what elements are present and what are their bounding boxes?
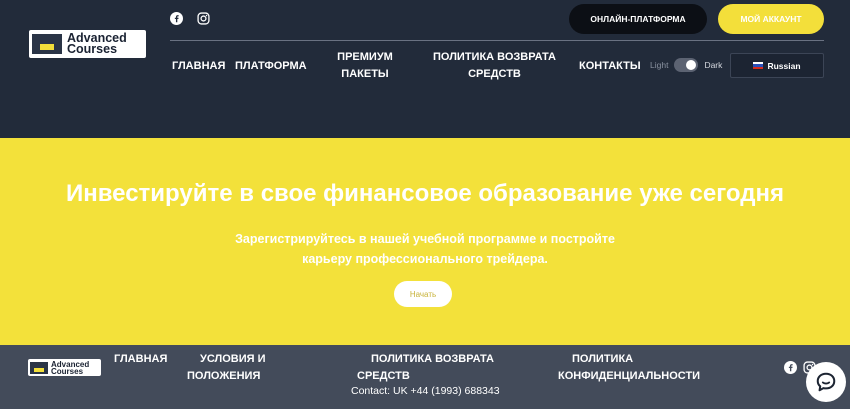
hero-subtitle-line-2: карьеру профессионального трейдера. xyxy=(302,252,548,266)
theme-toggle[interactable] xyxy=(674,58,699,72)
russian-flag-icon xyxy=(753,62,764,69)
footer-logo-line-2: Courses xyxy=(51,366,84,376)
theme-switcher: Light Dark xyxy=(650,58,722,72)
nav-refund-line-1: ПОЛИТИКА ВОЗВРАТА xyxy=(433,51,556,63)
nav-refund-line-2: СРЕДСТВ xyxy=(468,68,521,80)
hero-title: Инвестируйте в свое финансовое образован… xyxy=(65,180,785,207)
hero-subtitle: Зарегистрируйтесь в нашей учебной програ… xyxy=(210,229,640,269)
footer-terms-line-2: ПОЛОЖЕНИЯ xyxy=(187,370,261,382)
facebook-icon[interactable] xyxy=(784,361,797,374)
nav-platform[interactable]: ПЛАТФОРМА xyxy=(235,58,307,75)
hero-section: Инвестируйте в свое финансовое образован… xyxy=(0,138,850,345)
theme-dark-label: Dark xyxy=(704,60,723,70)
theme-light-label: Light xyxy=(650,60,669,70)
footer-nav-privacy[interactable]: ПОЛИТИКА КОНФИДЕНЦИАЛЬНОСТИ xyxy=(558,351,700,385)
header-divider xyxy=(170,40,824,41)
footer-refund-line-2: СРЕДСТВ xyxy=(357,370,410,382)
facebook-icon[interactable] xyxy=(170,12,183,25)
nav-home[interactable]: ГЛАВНАЯ xyxy=(172,58,225,75)
nav-premium-line-1: ПРЕМИУМ xyxy=(337,51,393,63)
site-logo[interactable]: Advanced Courses xyxy=(29,30,146,58)
header-social-links xyxy=(170,12,210,25)
language-label: Russian xyxy=(767,60,801,71)
site-footer: Advanced Courses ГЛАВНАЯ УСЛОВИЯ И ПОЛОЖ… xyxy=(0,345,850,409)
footer-privacy-line-2: КОНФИДЕНЦИАЛЬНОСТИ xyxy=(558,370,701,382)
start-button[interactable]: Начать xyxy=(394,281,452,307)
footer-contact: Contact: UK +44 (1993) 688343 xyxy=(351,385,500,397)
logo-mark-icon xyxy=(32,34,62,54)
footer-logo-mark-icon xyxy=(30,361,48,374)
my-account-button[interactable]: МОЙ АККАУНТ xyxy=(718,4,824,34)
site-header: Advanced Courses ОНЛАЙН-ПЛАТФОРМА МОЙ АК… xyxy=(0,0,850,138)
nav-premium-packages[interactable]: ПРЕМИУМ ПАКЕТЫ xyxy=(334,49,396,83)
toggle-knob xyxy=(686,60,697,70)
nav-refund-policy[interactable]: ПОЛИТИКА ВОЗВРАТА СРЕДСТВ xyxy=(428,49,561,83)
instagram-icon[interactable] xyxy=(197,12,210,25)
language-selector[interactable]: Russian xyxy=(730,53,824,78)
footer-privacy-line-1: ПОЛИТИКА xyxy=(572,353,634,365)
footer-logo[interactable]: Advanced Courses xyxy=(28,359,101,376)
footer-nav-home[interactable]: ГЛАВНАЯ xyxy=(114,351,167,368)
online-platform-button[interactable]: ОНЛАЙН-ПЛАТФОРМА xyxy=(569,4,707,34)
nav-premium-line-2: ПАКЕТЫ xyxy=(341,68,389,80)
footer-nav-terms[interactable]: УСЛОВИЯ И ПОЛОЖЕНИЯ xyxy=(187,351,266,385)
chat-widget-button[interactable] xyxy=(806,362,846,402)
footer-refund-line-1: ПОЛИТИКА ВОЗВРАТА xyxy=(371,353,494,365)
footer-terms-line-1: УСЛОВИЯ И xyxy=(200,353,266,365)
chat-bubble-icon xyxy=(816,372,836,392)
nav-contacts[interactable]: КОНТАКТЫ xyxy=(579,58,641,75)
logo-line-2: Courses xyxy=(67,42,118,56)
hero-subtitle-line-1: Зарегистрируйтесь в нашей учебной програ… xyxy=(235,232,615,246)
footer-nav-refund[interactable]: ПОЛИТИКА ВОЗВРАТА СРЕДСТВ xyxy=(357,351,494,385)
